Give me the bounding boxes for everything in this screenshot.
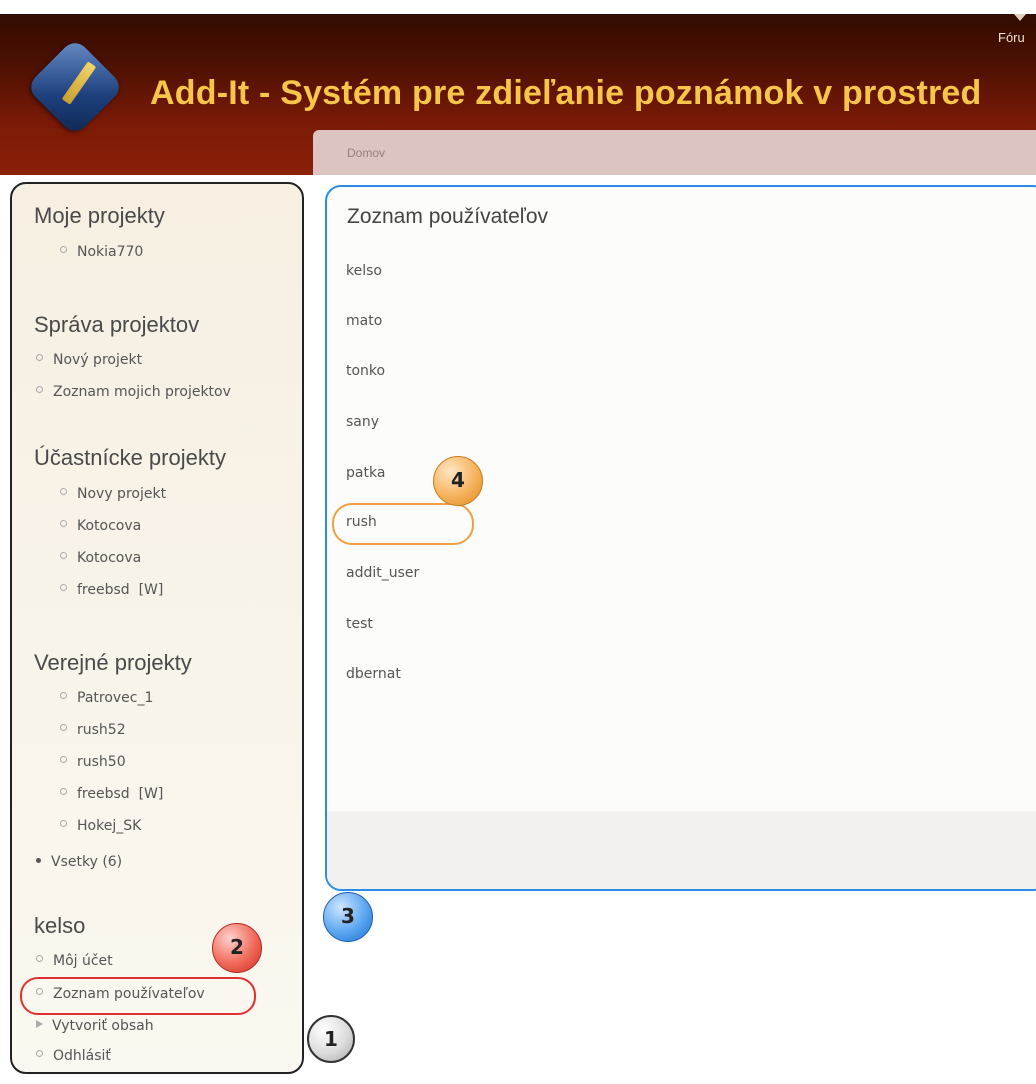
sidebar-item-public-patrovec[interactable]: Patrovec_1 [60, 690, 153, 706]
sidebar-item-label: Môj účet [53, 953, 113, 969]
sidebar-item-my-projects-list[interactable]: Zoznam mojich projektov [36, 384, 231, 400]
sidebar-title-participant-projects: Účastnícke projekty [34, 445, 226, 470]
bullet-icon [60, 724, 67, 731]
sidebar-title-public-projects: Verejné projekty [34, 650, 192, 675]
sidebar-item-participant-kotocova-2[interactable]: Kotocova [60, 550, 141, 566]
step-badge-3: 3 [323, 892, 373, 942]
sidebar-title-user: kelso [34, 913, 86, 938]
sidebar-item-label: Vytvoriť obsah [52, 1018, 154, 1034]
bullet-icon [60, 788, 67, 795]
bullet-icon [36, 858, 41, 863]
sidebar-item-label: freebsd [W] [77, 786, 164, 802]
sidebar-item-label: Kotocova [77, 550, 142, 566]
sidebar-item-participant-freebsd[interactable]: freebsd [W] [60, 582, 163, 598]
app-title: Add-It - Systém pre zdieľanie poznámok v… [150, 74, 982, 112]
sidebar-item-label: Odhlásiť [53, 1048, 111, 1064]
sidebar-item-label: rush52 [77, 722, 126, 738]
chevron-down-icon [1014, 14, 1026, 21]
sidebar-item-label: freebsd [W] [77, 582, 164, 598]
bullet-icon [60, 584, 67, 591]
bullet-icon [60, 488, 67, 495]
step-badge-4: 4 [433, 456, 483, 506]
sidebar-title-project-admin: Správa projektov [34, 312, 200, 337]
breadcrumb-bar: Domov [313, 130, 1036, 175]
bullet-icon [60, 552, 67, 559]
user-link-addit-user[interactable]: addit_user [346, 565, 419, 581]
bullet-icon [36, 955, 43, 962]
sidebar-item-label: Patrovec_1 [77, 690, 154, 706]
sidebar-item-logout[interactable]: Odhlásiť [36, 1048, 111, 1064]
user-link-patka[interactable]: patka [346, 465, 385, 481]
sidebar-item-participant-novy-projekt[interactable]: Novy projekt [60, 486, 166, 502]
sidebar-item-label: rush50 [77, 754, 126, 770]
sidebar-item-public-rush50[interactable]: rush50 [60, 754, 126, 770]
user-link-sany[interactable]: sany [346, 414, 379, 430]
user-link-kelso[interactable]: kelso [346, 263, 382, 279]
sidebar-item-label: Vsetky (6) [51, 854, 123, 870]
user-link-mato[interactable]: mato [346, 313, 382, 329]
user-link-dbernat[interactable]: dbernat [346, 666, 401, 682]
sidebar-item-new-project[interactable]: Nový projekt [36, 352, 142, 368]
bullet-icon [36, 354, 43, 361]
sidebar-item-label: Hokej_SK [77, 818, 142, 834]
sidebar-item-create-content[interactable]: Vytvoriť obsah [36, 1018, 154, 1034]
bullet-icon [60, 820, 67, 827]
sidebar-item-label: Novy projekt [77, 486, 167, 502]
user-link-test[interactable]: test [346, 616, 373, 632]
sidebar-item-nokia770[interactable]: Nokia770 [60, 244, 143, 260]
triangle-right-icon [36, 1020, 43, 1028]
breadcrumb-home-link[interactable]: Domov [347, 146, 385, 160]
step-badge-1: 1 [307, 1015, 355, 1063]
forum-link[interactable]: Fóru [998, 30, 1025, 45]
bullet-icon [36, 386, 43, 393]
sidebar-item-my-account[interactable]: Môj účet [36, 953, 113, 969]
sidebar-title-my-projects: Moje projekty [34, 203, 165, 228]
bullet-icon [60, 246, 67, 253]
sidebar-item-public-rush52[interactable]: rush52 [60, 722, 126, 738]
header-top-strip [0, 0, 1036, 14]
sidebar-item-label: Nokia770 [77, 244, 144, 260]
bullet-icon [60, 520, 67, 527]
sidebar-item-label: Kotocova [77, 518, 142, 534]
user-link-tonko[interactable]: tonko [346, 363, 385, 379]
sidebar-item-label: Zoznam mojich projektov [53, 384, 231, 400]
page-title: Zoznam používateľov [347, 205, 549, 228]
step-badge-2: 2 [212, 923, 262, 973]
sidebar-item-public-freebsd[interactable]: freebsd [W] [60, 786, 163, 802]
highlight-user-list-menu [20, 977, 256, 1015]
sidebar-item-label: Nový projekt [53, 352, 143, 368]
bullet-icon [60, 756, 67, 763]
sidebar-item-all-public[interactable]: Vsetky (6) [36, 854, 122, 870]
highlight-user-rush [332, 503, 474, 545]
sidebar-item-public-hokej[interactable]: Hokej_SK [60, 818, 141, 834]
bullet-icon [60, 692, 67, 699]
panel-footer [327, 811, 1036, 889]
bullet-icon [36, 1050, 43, 1057]
sidebar-item-participant-kotocova-1[interactable]: Kotocova [60, 518, 141, 534]
